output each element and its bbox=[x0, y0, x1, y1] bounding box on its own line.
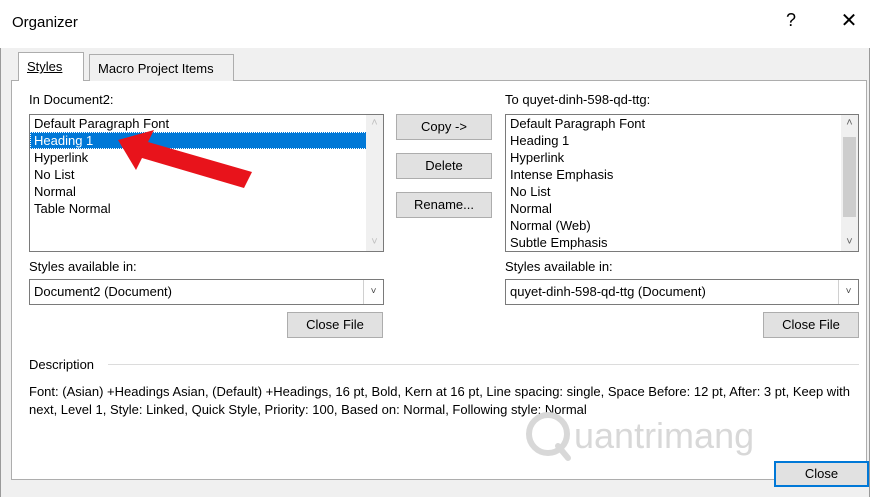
list-item[interactable]: Intense Emphasis bbox=[506, 166, 858, 183]
tab-label: Styles bbox=[27, 59, 63, 74]
right-style-list[interactable]: Default Paragraph Font Heading 1 Hyperlink… bbox=[505, 114, 859, 252]
list-item[interactable]: Subtle Emphasis bbox=[506, 234, 858, 251]
list-item[interactable]: No List bbox=[506, 183, 858, 200]
rename-button[interactable]: Rename... bbox=[396, 192, 492, 218]
list-item[interactable]: Normal (Web) bbox=[506, 217, 858, 234]
scroll-up-icon[interactable]: ˄ bbox=[366, 115, 383, 132]
watermark-logo: uantrimang bbox=[526, 412, 754, 461]
right-available-label: Styles available in: bbox=[505, 259, 613, 274]
delete-button[interactable]: Delete bbox=[396, 153, 492, 179]
right-styles-available-select[interactable]: quyet-dinh-598-qd-ttg (Document) ˅ bbox=[505, 279, 859, 305]
right-close-file-button[interactable]: Close File bbox=[763, 312, 859, 338]
list-item[interactable]: Table Normal bbox=[30, 200, 383, 217]
tab-label: Macro Project Items bbox=[98, 61, 214, 76]
right-list-label: To quyet-dinh-598-qd-ttg: bbox=[505, 92, 651, 107]
list-item[interactable]: Normal bbox=[506, 200, 858, 217]
list-item[interactable]: Default Paragraph Font bbox=[506, 115, 858, 132]
title-bar: Organizer ? ✕ bbox=[0, 0, 870, 48]
tab-styles[interactable]: Styles bbox=[18, 52, 84, 81]
tab-macro-project-items[interactable]: Macro Project Items bbox=[89, 54, 234, 81]
right-list-scrollbar[interactable]: ˄ ˅ bbox=[841, 115, 858, 251]
window-close-button[interactable]: ✕ bbox=[837, 8, 861, 33]
select-value: quyet-dinh-598-qd-ttg (Document) bbox=[510, 284, 706, 299]
scroll-down-icon[interactable]: ˅ bbox=[366, 234, 383, 251]
window-title: Organizer bbox=[12, 14, 78, 31]
close-button[interactable]: Close bbox=[774, 461, 869, 487]
left-list-label: In Document2: bbox=[29, 92, 114, 107]
copy-button[interactable]: Copy -> bbox=[396, 114, 492, 140]
list-item[interactable]: Hyperlink bbox=[506, 149, 858, 166]
help-button[interactable]: ? bbox=[781, 10, 801, 31]
watermark-text: uantrimang bbox=[574, 415, 754, 456]
select-value: Document2 (Document) bbox=[34, 284, 172, 299]
left-close-file-button[interactable]: Close File bbox=[287, 312, 383, 338]
left-list-scrollbar[interactable]: ˄ ˅ bbox=[366, 115, 383, 251]
left-styles-available-select[interactable]: Document2 (Document) ˅ bbox=[29, 279, 384, 305]
left-available-label: Styles available in: bbox=[29, 259, 137, 274]
list-item[interactable]: Heading 1 bbox=[506, 132, 858, 149]
scroll-down-icon[interactable]: ˅ bbox=[841, 234, 858, 251]
scroll-thumb[interactable] bbox=[843, 137, 856, 217]
description-divider bbox=[108, 364, 859, 365]
description-heading: Description bbox=[29, 357, 95, 372]
chevron-down-icon[interactable]: ˅ bbox=[363, 280, 383, 304]
red-arrow-annotation bbox=[118, 130, 252, 188]
scroll-up-icon[interactable]: ˄ bbox=[841, 115, 858, 132]
chevron-down-icon[interactable]: ˅ bbox=[838, 280, 858, 304]
